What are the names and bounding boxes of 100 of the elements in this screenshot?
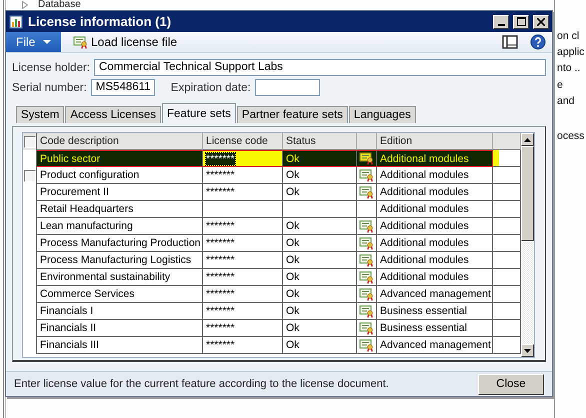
license-code[interactable]: ******* — [206, 339, 235, 351]
table-cell: Additional modules — [377, 235, 493, 252]
certificate-icon — [73, 36, 88, 48]
license-code[interactable]: ******* — [206, 305, 235, 317]
certificate-icon — [359, 186, 374, 198]
table-cell[interactable]: Commerce Services — [37, 286, 203, 303]
checkbox[interactable] — [24, 170, 36, 182]
app-icon — [9, 14, 25, 29]
certificate-icon — [359, 168, 374, 182]
table-cell[interactable]: Public sector — [37, 150, 203, 167]
column-header — [493, 133, 521, 150]
table-cell: Business essential — [377, 303, 493, 320]
table-cell[interactable]: Financials II — [37, 320, 203, 337]
tab[interactable]: Access Licenses — [65, 106, 161, 123]
background-text: e — [557, 78, 564, 93]
background-text: ocess — [557, 129, 586, 144]
tree-item[interactable]: Database — [38, 0, 81, 10]
table-cell — [493, 150, 521, 167]
table-cell[interactable]: Retail Headquarters — [37, 201, 203, 218]
table-cell: Ok — [286, 305, 300, 317]
scroll-up-icon — [524, 138, 531, 142]
field-label: License holder: — [12, 62, 90, 74]
help-icon[interactable] — [530, 34, 546, 50]
column-header — [357, 133, 377, 150]
caret-icon — [43, 40, 51, 44]
checkbox[interactable] — [24, 136, 36, 148]
table-cell: Ok — [286, 271, 300, 283]
table-cell: Ok — [286, 169, 300, 181]
table-cell: Ok — [286, 288, 300, 300]
table-cell: Ok — [286, 152, 300, 164]
table-cell: Additional modules — [377, 150, 493, 167]
certificate-icon — [359, 152, 374, 165]
table-cell: Additional modules — [377, 218, 493, 235]
column-header[interactable]: License code — [203, 133, 283, 150]
tab[interactable]: Feature sets — [162, 103, 236, 123]
background-text: on cl — [557, 29, 580, 44]
table-cell: Additional modules — [377, 184, 493, 201]
table-cell: Additional modules — [377, 269, 493, 286]
certificate-icon — [359, 304, 374, 318]
maximize-icon — [516, 17, 526, 26]
license-code[interactable]: ******* — [206, 322, 235, 334]
table-cell: Ok — [286, 254, 300, 266]
tab[interactable]: Partner feature sets — [236, 106, 348, 123]
table-cell: Ok — [286, 339, 300, 351]
scrollbar[interactable] — [521, 133, 534, 357]
row-marker-cell[interactable] — [23, 167, 37, 184]
license-code[interactable]: ******* — [206, 169, 235, 181]
license-code[interactable]: ******* — [206, 152, 235, 164]
certificate-icon — [359, 254, 374, 266]
window-title: License information (1) — [28, 14, 172, 29]
field-label: Serial number: — [12, 82, 87, 94]
close-window-button[interactable] — [533, 14, 549, 28]
certificate-icon — [359, 338, 374, 352]
table-cell[interactable]: Process Manufacturing Logistics — [37, 252, 203, 269]
license-code[interactable]: ******* — [206, 254, 235, 266]
table-cell[interactable]: Financials I — [37, 303, 203, 320]
table-cell[interactable]: Financials III — [37, 337, 203, 354]
maximize-button[interactable] — [513, 14, 529, 28]
certificate-icon — [359, 220, 374, 232]
close-button[interactable]: Close — [478, 374, 544, 394]
expand-arrow-icon[interactable] — [22, 1, 28, 9]
table-cell: Ok — [286, 186, 300, 198]
table-cell: Ok — [286, 237, 300, 249]
license-code[interactable]: ******* — [206, 237, 235, 249]
tab[interactable]: System — [16, 106, 64, 123]
input-field[interactable]: MS548611 — [90, 79, 155, 96]
table-cell: Ok — [286, 322, 300, 334]
table-cell: Ok — [286, 220, 300, 232]
table-cell[interactable]: Lean manufacturing — [37, 218, 203, 235]
table-cell: Additional modules — [377, 201, 493, 218]
certificate-icon — [359, 270, 374, 284]
minimize-icon — [498, 24, 504, 26]
certificate-icon — [359, 322, 374, 334]
table-cell: Advanced management — [377, 286, 493, 303]
field-label: Expiration date: — [170, 82, 251, 94]
license-code[interactable]: ******* — [206, 186, 235, 198]
license-code[interactable]: ******* — [206, 220, 235, 232]
close-icon — [537, 18, 545, 26]
status-message: Enter license value for the current feature according to the license document. — [14, 378, 389, 390]
column-header[interactable]: Edition — [377, 133, 493, 150]
certificate-icon — [359, 288, 374, 300]
license-code[interactable]: ******* — [206, 271, 235, 283]
minimize-button[interactable] — [493, 14, 509, 28]
column-header[interactable]: Status — [283, 133, 357, 150]
input-field[interactable]: Commercial Technical Support Labs — [94, 59, 546, 76]
input-field[interactable] — [254, 79, 320, 96]
license-code[interactable]: ******* — [206, 288, 235, 300]
background-text: and — [557, 94, 576, 109]
table-cell[interactable]: Product configuration — [37, 167, 203, 184]
file-menu[interactable]: File — [6, 32, 61, 52]
table-cell[interactable]: Procurement II — [37, 184, 203, 201]
panel-layout-icon[interactable] — [502, 35, 518, 49]
tab[interactable]: Languages — [348, 106, 416, 123]
table-cell[interactable]: Environmental sustainability — [37, 269, 203, 286]
table-cell: Advanced management — [377, 337, 493, 354]
table-cell: Additional modules — [377, 167, 493, 184]
column-header[interactable]: Code description — [37, 133, 203, 150]
table-cell: Additional modules — [377, 252, 493, 269]
table-cell[interactable]: Process Manufacturing Production — [37, 235, 203, 252]
load-license-button[interactable]: Load license file — [73, 35, 178, 49]
